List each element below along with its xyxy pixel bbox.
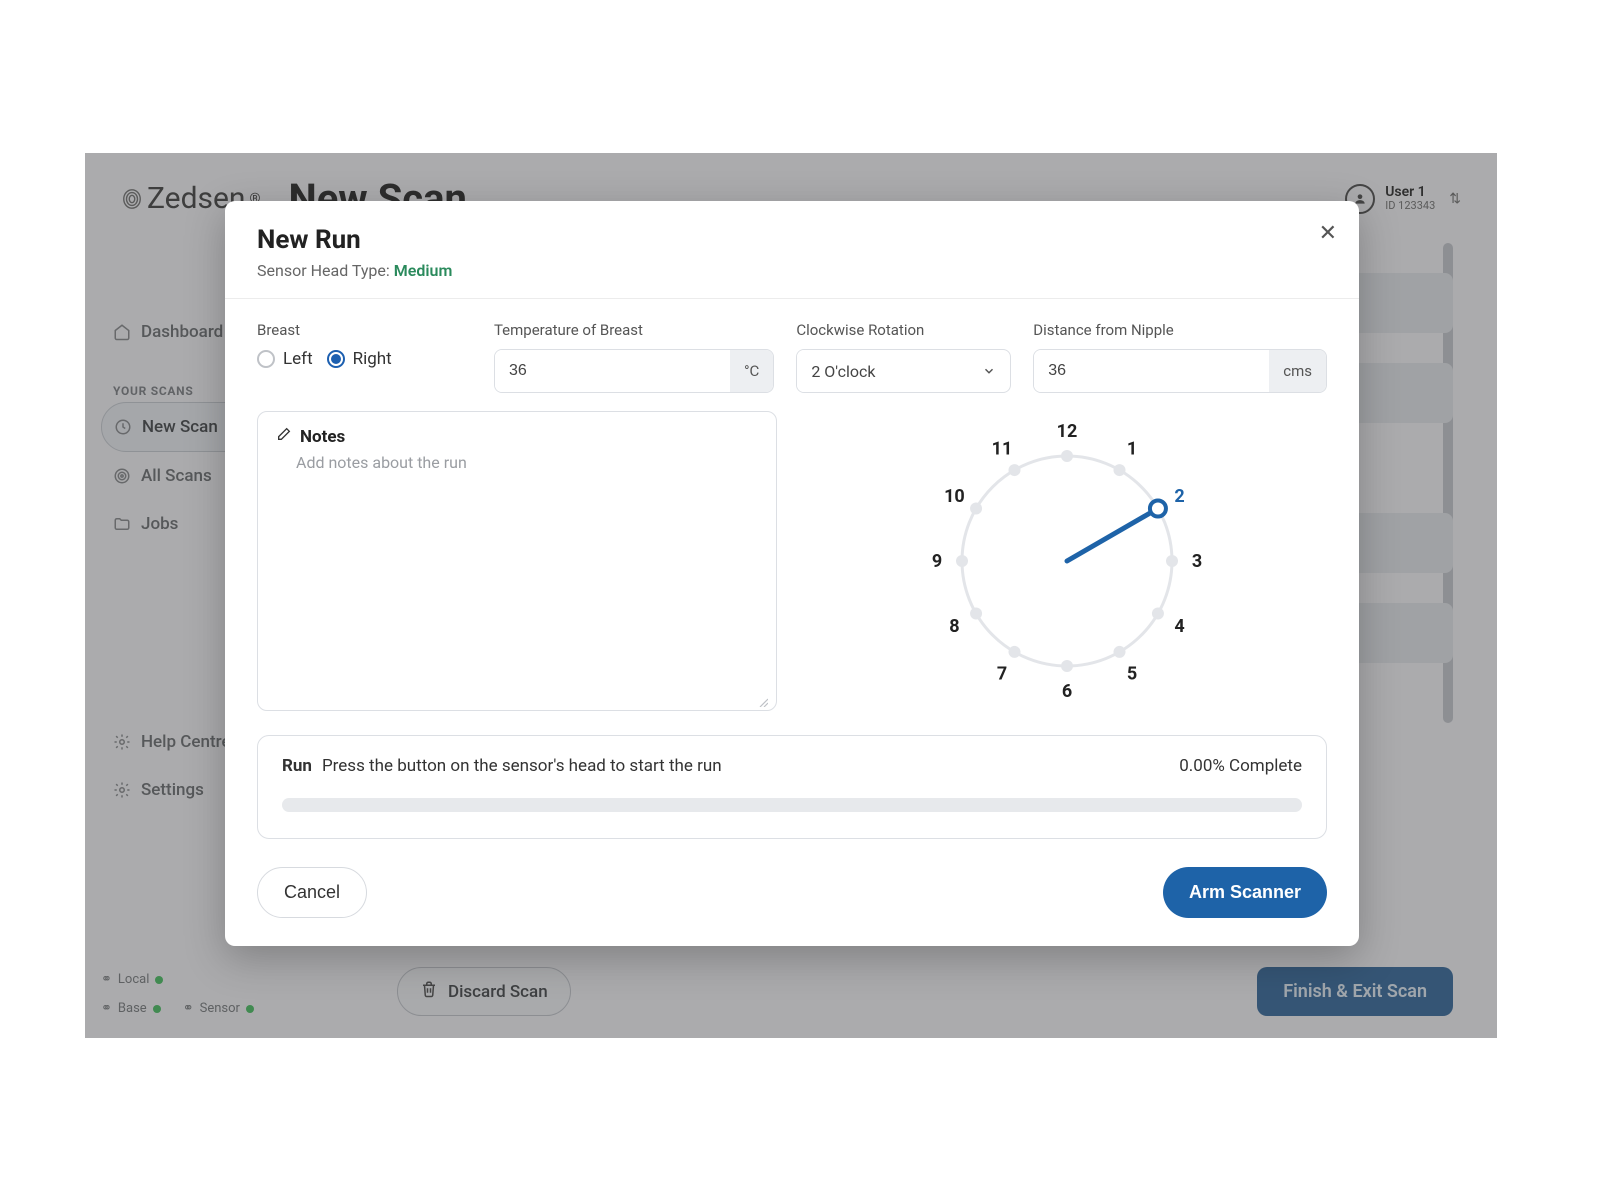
clock-tick[interactable] [1009,464,1021,476]
radio-label: Left [283,349,313,369]
temperature-input[interactable] [495,350,730,392]
clock-tick[interactable] [1009,646,1021,658]
radio-icon [257,350,275,368]
unit-label: cms [1269,350,1326,392]
clock-hour-label: 7 [997,664,1007,685]
notes-placeholder: Add notes about the run [276,453,758,472]
chevron-down-icon [968,350,1010,392]
notes-textarea[interactable]: Notes Add notes about the run [257,411,777,711]
clock-hour-label: 5 [1127,664,1137,685]
new-run-modal: New Run Sensor Head Type: Medium ✕ Breas… [225,201,1359,946]
app-frame: Zedsen® New Scan User 1 ID 123343 ⇅ [85,153,1497,1038]
modal-subtitle: Sensor Head Type: Medium [257,261,1327,280]
breast-right-radio[interactable]: Right [327,349,392,369]
run-panel: Run Press the button on the sensor's hea… [257,735,1327,839]
notes-title: Notes [300,427,345,447]
clock-tick[interactable] [1061,660,1073,672]
clock-hour-label: 10 [944,486,965,507]
sensor-type-label: Sensor Head Type: [257,261,390,280]
select-value: 2 O'clock [797,350,968,392]
clock-hour-label: 1 [1127,438,1137,459]
clock-hour-label: 3 [1192,551,1202,572]
sensor-type-value: Medium [394,261,453,280]
clock-hour-label: 9 [932,551,942,572]
resize-handle-icon[interactable] [758,692,768,702]
clock-tick[interactable] [970,608,982,620]
rotation-select[interactable]: 2 O'clock [796,349,1011,393]
clock-hour-label: 6 [1062,681,1072,702]
clock-hour-label: 8 [949,616,959,637]
clock-tick[interactable] [1061,450,1073,462]
breast-left-radio[interactable]: Left [257,349,313,369]
clock-tick[interactable] [1114,464,1126,476]
field-label: Distance from Nipple [1033,321,1327,339]
run-progress-label: 0.00% Complete [1179,756,1302,776]
cancel-button[interactable]: Cancel [257,867,367,918]
radio-icon [327,350,345,368]
radio-label: Right [353,349,392,369]
modal-header: New Run Sensor Head Type: Medium ✕ [225,201,1359,299]
clock-hand[interactable] [1067,509,1158,562]
close-icon[interactable]: ✕ [1319,221,1337,246]
unit-label: °C [730,350,773,392]
clock-selected-marker[interactable] [1150,501,1166,517]
field-label: Clockwise Rotation [796,321,1011,339]
modal-title: New Run [257,225,1327,255]
clock-hour-label: 11 [992,438,1013,459]
rotation-field: Clockwise Rotation 2 O'clock [796,321,1011,393]
clock-tick[interactable] [1166,555,1178,567]
clock-selector[interactable]: 121234567891011 [807,411,1327,711]
clock-tick[interactable] [1114,646,1126,658]
distance-field: Distance from Nipple cms [1033,321,1327,393]
clock-hour-label: 4 [1174,616,1184,637]
run-label: Run [282,756,312,776]
distance-input[interactable] [1034,350,1269,392]
clock-tick[interactable] [1152,608,1164,620]
arm-scanner-button[interactable]: Arm Scanner [1163,867,1327,918]
pencil-icon [276,426,292,447]
breast-field: Breast Left Right [257,321,472,393]
clock-hour-label: 12 [1057,421,1078,442]
run-instruction: Press the button on the sensor's head to… [322,756,722,776]
field-label: Breast [257,321,472,339]
modal-footer: Cancel Arm Scanner [225,863,1359,946]
temperature-field: Temperature of Breast °C [494,321,774,393]
progress-bar [282,798,1302,812]
modal-body: Breast Left Right Temperature [225,299,1359,863]
clock-hour-label: 2 [1174,486,1184,507]
clock-tick[interactable] [956,555,968,567]
clock-tick[interactable] [970,503,982,515]
field-label: Temperature of Breast [494,321,774,339]
